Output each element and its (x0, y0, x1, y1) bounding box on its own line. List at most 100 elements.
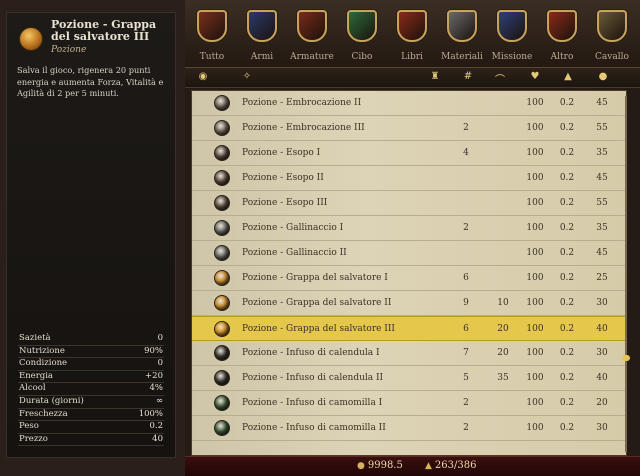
tab-libri[interactable]: Libri (387, 0, 437, 68)
stat-label: Prezzo (19, 433, 48, 444)
weight-icon: ▲ (425, 461, 432, 471)
weight-icon[interactable]: ▲ (558, 71, 578, 82)
condition-icon[interactable]: ♥ (525, 71, 545, 82)
stat-value: 100% (138, 408, 163, 419)
item-cond: 100 (526, 348, 544, 358)
item-name: Pozione - Infuso di calendula I (242, 348, 380, 358)
item-qty: 7 (463, 348, 469, 358)
item-price: 55 (596, 123, 608, 133)
category-shield-icon (497, 10, 527, 42)
potion-icon (214, 395, 230, 411)
item-weight: 0.2 (559, 348, 575, 358)
item-name: Pozione - Infuso di camomilla II (242, 423, 386, 433)
stat-label: Condizione (19, 358, 68, 369)
item-qty: 2 (463, 398, 469, 408)
money-value: 9998.5 (367, 460, 403, 471)
price-icon[interactable]: ● (593, 71, 613, 82)
potion-icon (214, 345, 230, 361)
table-row[interactable]: Pozione - Grappa del salvatore II 9 10 100 0… (192, 291, 626, 316)
item-weight: 0.2 (559, 298, 575, 308)
tab-cibo[interactable]: Cibo (337, 0, 387, 68)
potion-icon (214, 321, 230, 337)
tab-materiali[interactable]: Materiali (437, 0, 487, 68)
table-row[interactable]: Pozione - Esopo II 100 0.2 45 (192, 166, 626, 191)
table-row[interactable]: Pozione - Infuso di calendula II 5 35 100 0.… (192, 366, 626, 391)
tab-label: Cavallo (595, 52, 629, 62)
item-description: Salva il gioco, rigenera 20 punti energi… (17, 65, 164, 98)
tab-cavallo[interactable]: Cavallo (587, 0, 637, 68)
item-qty: 5 (463, 373, 469, 383)
item-name: Pozione - Infuso di calendula II (242, 373, 384, 383)
item-price: 40 (596, 373, 608, 383)
tab-missione[interactable]: Missione (487, 0, 537, 68)
table-row[interactable]: Pozione - Embrocazione III 2 100 0.2 55 (192, 116, 626, 141)
type-sort-icon[interactable]: ✧ (237, 71, 257, 82)
item-name: Pozione - Esopo II (242, 173, 324, 183)
table-row[interactable]: Pozione - Infuso di camomilla II 2 100 0.2 3… (192, 416, 626, 441)
item-cond: 100 (526, 423, 544, 433)
count-icon[interactable]: # (458, 71, 478, 82)
item-cond: 100 (526, 273, 544, 283)
item-list: Pozione - Embrocazione II 100 0.2 45 Pozione… (191, 90, 627, 456)
item-name: Pozione - Embrocazione III (242, 123, 365, 133)
item-qty: 2 (463, 123, 469, 133)
item-cond: 100 (526, 398, 544, 408)
item-weight: 0.2 (559, 173, 575, 183)
item-price: 40 (596, 324, 608, 334)
stat-row: Peso 0.2 (18, 421, 164, 434)
category-shield-icon (597, 10, 627, 42)
table-row[interactable]: Pozione - Infuso di calendula I 7 20 100 0.2… (192, 341, 626, 366)
category-shield-icon (197, 10, 227, 42)
tab-tutto[interactable]: Tutto (187, 0, 237, 68)
item-name: Pozione - Embrocazione II (242, 98, 362, 108)
item-price: 30 (596, 298, 608, 308)
table-row[interactable]: Pozione - Gallinaccio II 100 0.2 45 (192, 241, 626, 266)
scrollbar[interactable] (622, 90, 630, 456)
item-name: Pozione - Infuso di camomilla I (242, 398, 383, 408)
item-cond: 100 (526, 373, 544, 383)
item-weight: 0.2 (559, 123, 575, 133)
stat-row: Alcool 4% (18, 383, 164, 396)
potion-icon (214, 270, 230, 286)
tab-armature[interactable]: Armature (287, 0, 337, 68)
armor-icon[interactable]: ♜ (425, 71, 445, 82)
stat-value: 0.2 (149, 421, 163, 432)
potion-icon (19, 27, 43, 51)
tab-armi[interactable]: Armi (237, 0, 287, 68)
item-weight: 0.2 (559, 248, 575, 258)
inventory-screen: Pozione - Grappa del salvatore III Pozio… (0, 0, 640, 476)
table-row[interactable]: Pozione - Esopo I 4 100 0.2 35 (192, 141, 626, 166)
item-stats: Sazietà 0 Nutrizione 90% Condizione 0 Energia +… (18, 333, 164, 447)
column-header: ◉ ✧ ♜ # ⌒ ♥ ▲ ● (185, 68, 640, 88)
table-row[interactable]: Pozione - Infuso di camomilla I 2 100 0.2 20 (192, 391, 626, 416)
stat-row: Sazietà 0 (18, 333, 164, 346)
item-name: Pozione - Grappa del salvatore III (242, 324, 395, 334)
table-row[interactable]: Pozione - Grappa del salvatore I 6 100 0.2 2… (192, 266, 626, 291)
item-extra: 35 (497, 373, 509, 383)
item-cond: 100 (526, 198, 544, 208)
item-extra: 10 (497, 298, 509, 308)
durability-icon[interactable]: ⌒ (490, 71, 510, 86)
potion-icon (214, 220, 230, 236)
item-weight: 0.2 (559, 273, 575, 283)
potion-icon (214, 295, 230, 311)
item-weight: 0.2 (559, 223, 575, 233)
stat-label: Durata (giorni) (19, 395, 84, 406)
item-qty: 2 (463, 423, 469, 433)
tab-altro[interactable]: Altro (537, 0, 587, 68)
table-row[interactable]: Pozione - Embrocazione II 100 0.2 45 (192, 91, 626, 116)
table-row[interactable]: Pozione - Esopo III 100 0.2 55 (192, 191, 626, 216)
item-cond: 100 (526, 223, 544, 233)
item-price: 55 (596, 198, 608, 208)
scrollbar-thumb[interactable] (622, 355, 630, 361)
table-row[interactable]: Pozione - Grappa del salvatore III 6 20 100… (192, 316, 626, 341)
item-title: Pozione - Grappa del salvatore III (51, 18, 157, 43)
category-shield-icon (347, 10, 377, 42)
item-qty: 9 (463, 298, 469, 308)
item-qty: 2 (463, 223, 469, 233)
potion-sort-icon[interactable]: ◉ (193, 71, 213, 82)
stat-row: Energia +20 (18, 371, 164, 384)
item-name: Pozione - Esopo I (242, 148, 321, 158)
table-row[interactable]: Pozione - Gallinaccio I 2 100 0.2 35 (192, 216, 626, 241)
item-weight: 0.2 (559, 198, 575, 208)
